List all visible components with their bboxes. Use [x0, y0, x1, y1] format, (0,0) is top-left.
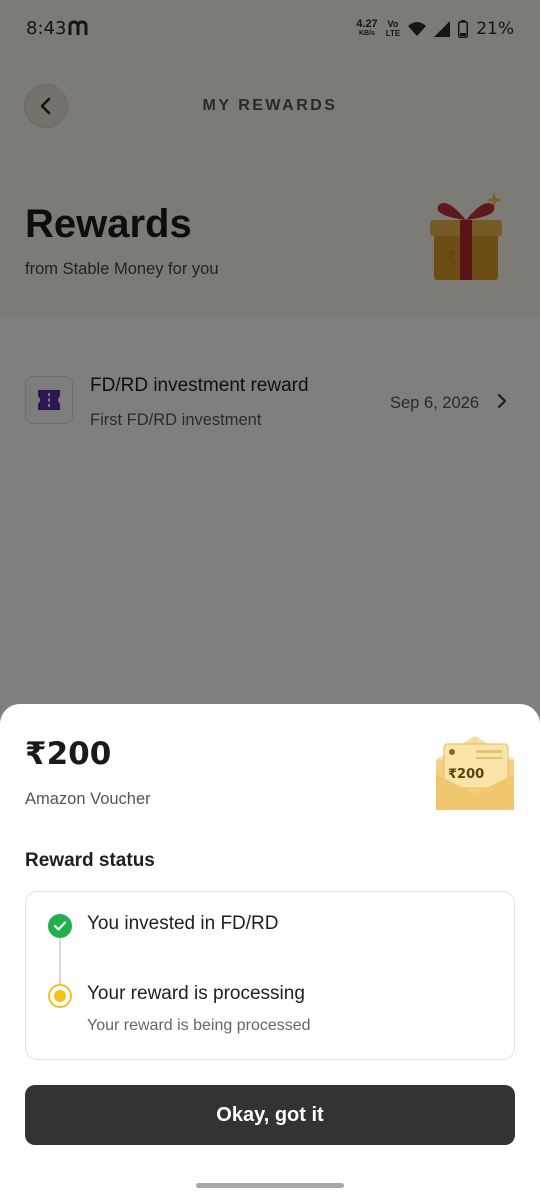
voucher-name: Amazon Voucher [25, 790, 151, 808]
reward-detail-sheet: ₹200 Amazon Voucher ₹200 Reward status Y… [0, 704, 540, 1200]
step-invested-label: You invested in FD/RD [87, 913, 279, 934]
check-icon [48, 914, 72, 938]
reward-amount: ₹200 [25, 736, 112, 772]
step-processing-subtitle: Your reward is being processed [87, 1017, 311, 1034]
step-processing-label: Your reward is processing [87, 983, 305, 1004]
home-indicator[interactable] [196, 1183, 344, 1188]
envelope-amount: ₹200 [448, 767, 484, 782]
pending-dot-icon [48, 984, 72, 1008]
voucher-envelope-icon: ₹200 [436, 736, 514, 810]
reward-status-heading: Reward status [25, 850, 155, 871]
okay-got-it-button[interactable]: Okay, got it [25, 1085, 515, 1145]
step-connector-line [59, 938, 61, 984]
reward-status-card: You invested in FD/RD Your reward is pro… [25, 891, 515, 1060]
